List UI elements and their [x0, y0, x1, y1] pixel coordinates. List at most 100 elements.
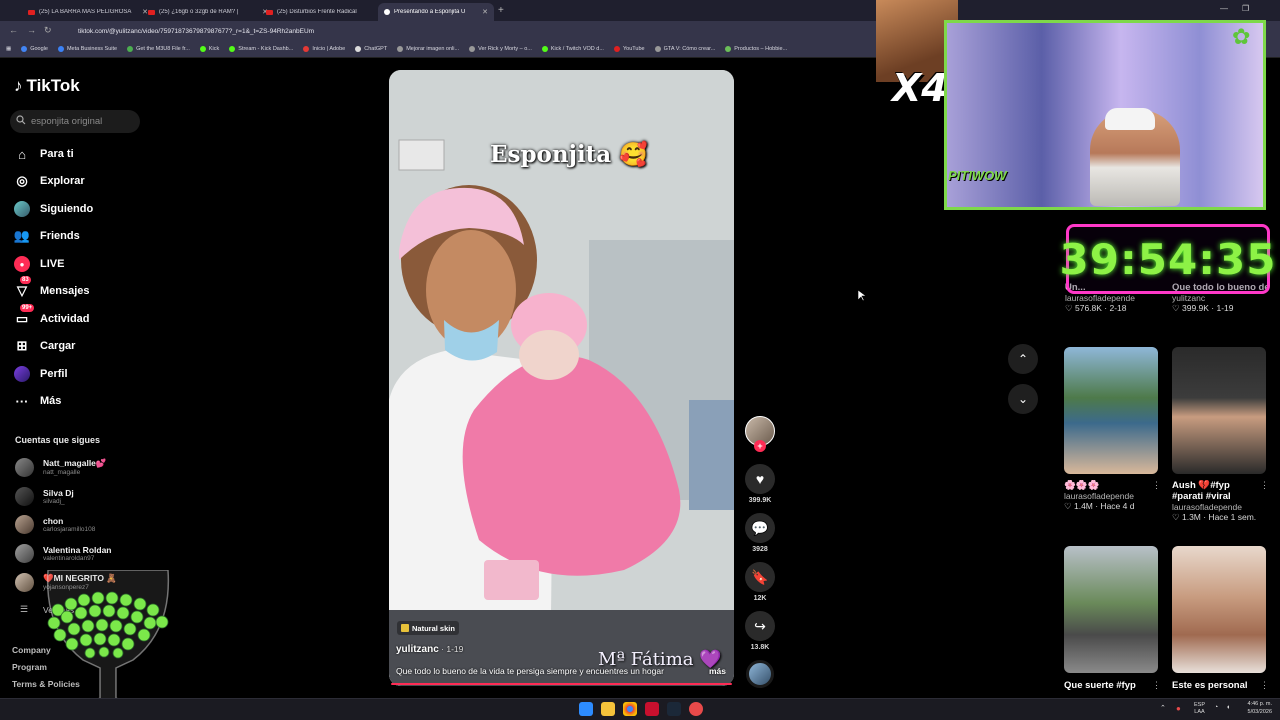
activity-badge: 99+: [20, 304, 35, 312]
volume-icon[interactable]: ◖: [1226, 704, 1230, 711]
tray-chevron-icon[interactable]: ⌃: [1160, 704, 1166, 712]
bookmark[interactable]: Kick: [199, 46, 219, 52]
bookmark[interactable]: Ver Rick y Morty – o...: [469, 46, 532, 52]
bookmark[interactable]: YouTube: [613, 46, 645, 52]
bookmark-label: ChatGPT: [364, 46, 388, 52]
video-thumbnail[interactable]: [1064, 546, 1158, 673]
file-explorer-icon[interactable]: [601, 702, 615, 716]
close-icon[interactable]: ✕: [482, 8, 488, 16]
meta-icon: [57, 46, 64, 52]
music-disc-icon[interactable]: [746, 660, 774, 688]
bookmark[interactable]: GTA V: Cómo crear...: [654, 46, 715, 52]
back-button[interactable]: ←: [9, 25, 18, 35]
card-author: laurasofladepende: [1064, 491, 1134, 501]
url-field[interactable]: tiktok.com/@yulitzanc/video/759718736798…: [66, 24, 866, 38]
nav-activity[interactable]: ▭ 99+ Actividad: [14, 304, 90, 329]
grid-video-card[interactable]: 🌸🌸🌸 laurasofladepende ♡ 1.4M · Hace 4 d: [1064, 480, 1159, 512]
nav-friends[interactable]: 👥 Friends: [14, 226, 80, 246]
share-button[interactable]: ↪ 13.8K: [745, 611, 775, 651]
nav-explore[interactable]: ◎ Explorar: [14, 171, 84, 191]
previous-video-button[interactable]: ⌃: [1008, 344, 1038, 374]
bookmark[interactable]: Stream - Kick Dashb...: [229, 46, 293, 52]
bookmark-label: Kick / Twitch VOD d...: [550, 46, 604, 52]
windows-start-icon[interactable]: [579, 702, 593, 716]
following-avatar-icon: [14, 201, 30, 217]
nav-for-you[interactable]: ⌂ Para ti: [14, 144, 74, 164]
followed-account[interactable]: Silva Dj silvadj_: [15, 484, 74, 508]
more-button[interactable]: más: [709, 666, 726, 676]
tiktok-logo[interactable]: ♪ TikTok: [14, 76, 80, 96]
maximize-button[interactable]: ❐: [1242, 4, 1249, 13]
like-button[interactable]: ♥ 399.9K: [745, 464, 775, 504]
steam-icon[interactable]: [667, 702, 681, 716]
clock[interactable]: 4:46 p. m. 5/03/2026: [1238, 701, 1272, 716]
description-text: Que todo lo bueno de la vida te persiga …: [396, 666, 664, 676]
bookmark[interactable]: Inicio | Adobe: [303, 46, 345, 52]
browser-tab[interactable]: (25) LA BARRA MAS PELIGROSA ✕: [22, 3, 154, 21]
nav-following[interactable]: Siguiendo: [14, 199, 93, 219]
bookmark[interactable]: Google: [21, 46, 48, 52]
browser-tab-active[interactable]: Presentando a Esponjita U ✕: [378, 3, 494, 21]
following-section-title: Cuentas que sigues: [15, 435, 101, 445]
card-title: Aush 💔#fyp: [1172, 480, 1230, 491]
nav-messages[interactable]: ▽ 83 Mensajes: [14, 276, 90, 301]
adobe-acrobat-icon[interactable]: [645, 702, 659, 716]
followed-account[interactable]: Natt_magalle💕 natt_magalle: [15, 455, 107, 479]
video-thumbnail[interactable]: [1172, 546, 1266, 673]
video-tag[interactable]: Natural skin: [397, 621, 459, 635]
search-input[interactable]: esponjita original: [10, 110, 140, 133]
grid-video-card[interactable]: Este es personal: [1172, 680, 1272, 691]
bookmark[interactable]: Productos – Hobbie...: [725, 46, 787, 52]
more-options-icon[interactable]: ⋮: [1260, 480, 1269, 491]
bookmark[interactable]: ChatGPT: [355, 46, 387, 52]
bookmark[interactable]: Get the M3U8 File fr...: [127, 46, 190, 52]
tag-icon: [401, 624, 409, 632]
white-cap: [1105, 108, 1155, 130]
nav-live[interactable]: ● LIVE: [14, 254, 64, 274]
minimize-button[interactable]: —: [1220, 4, 1228, 13]
nav-upload[interactable]: ⊞ Cargar: [14, 336, 76, 356]
comment-button[interactable]: 💬 3928: [745, 513, 775, 553]
wifi-icon[interactable]: ◔: [1214, 704, 1218, 711]
mic-icon[interactable]: ●: [1176, 704, 1181, 713]
chrome-icon[interactable]: [623, 702, 637, 716]
browser-tab[interactable]: (25) Disturbios Frente Radical ✕: [260, 3, 392, 21]
card-title: 🌸🌸🌸: [1064, 480, 1100, 491]
bookmark-label: Ver Rick y Morty – o...: [478, 46, 532, 52]
video-author[interactable]: yulitzanc · 1-19: [396, 644, 463, 655]
bookmark[interactable]: Mejorar imagen onli...: [397, 46, 459, 52]
followed-account[interactable]: chon carlosjaramillo108: [15, 512, 95, 536]
new-tab-button[interactable]: +: [498, 5, 504, 16]
next-video-button[interactable]: ⌄: [1008, 384, 1038, 414]
more-options-icon[interactable]: ⋮: [1152, 680, 1161, 691]
forward-button[interactable]: →: [27, 25, 36, 35]
grid-video-card[interactable]: Que suerte #fyp: [1064, 680, 1159, 691]
app-icon[interactable]: [689, 702, 703, 716]
nav-more[interactable]: ··· Más: [14, 391, 62, 411]
video-progress-bar[interactable]: [391, 683, 732, 685]
video-thumbnail[interactable]: [1172, 347, 1266, 474]
youtube-icon: [148, 9, 155, 15]
profile-icon: [14, 366, 30, 382]
followed-account[interactable]: Valentina Roldan valentinaroldan97: [15, 541, 112, 565]
browser-tab[interactable]: (25) ¿16gb o 32gb de RAM? | ✕: [142, 3, 274, 21]
bookmark[interactable]: Kick / Twitch VOD d...: [541, 46, 604, 52]
nav-label: Cargar: [40, 340, 76, 352]
save-button[interactable]: 🔖 12K: [745, 562, 775, 602]
comment-icon: 💬: [745, 513, 775, 543]
language-indicator[interactable]: ESP LAA: [1194, 702, 1205, 716]
video-overlay-title: Esponjita 🥰: [490, 141, 648, 168]
nav-label: Mensajes: [40, 285, 90, 297]
follow-button[interactable]: +: [754, 440, 766, 452]
apps-icon[interactable]: ▦: [6, 46, 11, 52]
nav-profile[interactable]: Perfil: [14, 364, 68, 384]
card-title: Este es personal: [1172, 680, 1248, 691]
nav-label: Friends: [40, 230, 80, 242]
bookmark[interactable]: Meta Business Suite: [57, 46, 117, 52]
more-options-icon[interactable]: ⋮: [1152, 480, 1161, 491]
video-description: Que todo lo bueno de la vida te persiga …: [396, 666, 726, 676]
grid-video-card[interactable]: Aush 💔#fyp #parati #viral laurasofladepe…: [1172, 480, 1272, 523]
reload-button[interactable]: ↻: [44, 25, 52, 36]
more-options-icon[interactable]: ⋮: [1260, 680, 1269, 691]
video-thumbnail[interactable]: [1064, 347, 1158, 474]
